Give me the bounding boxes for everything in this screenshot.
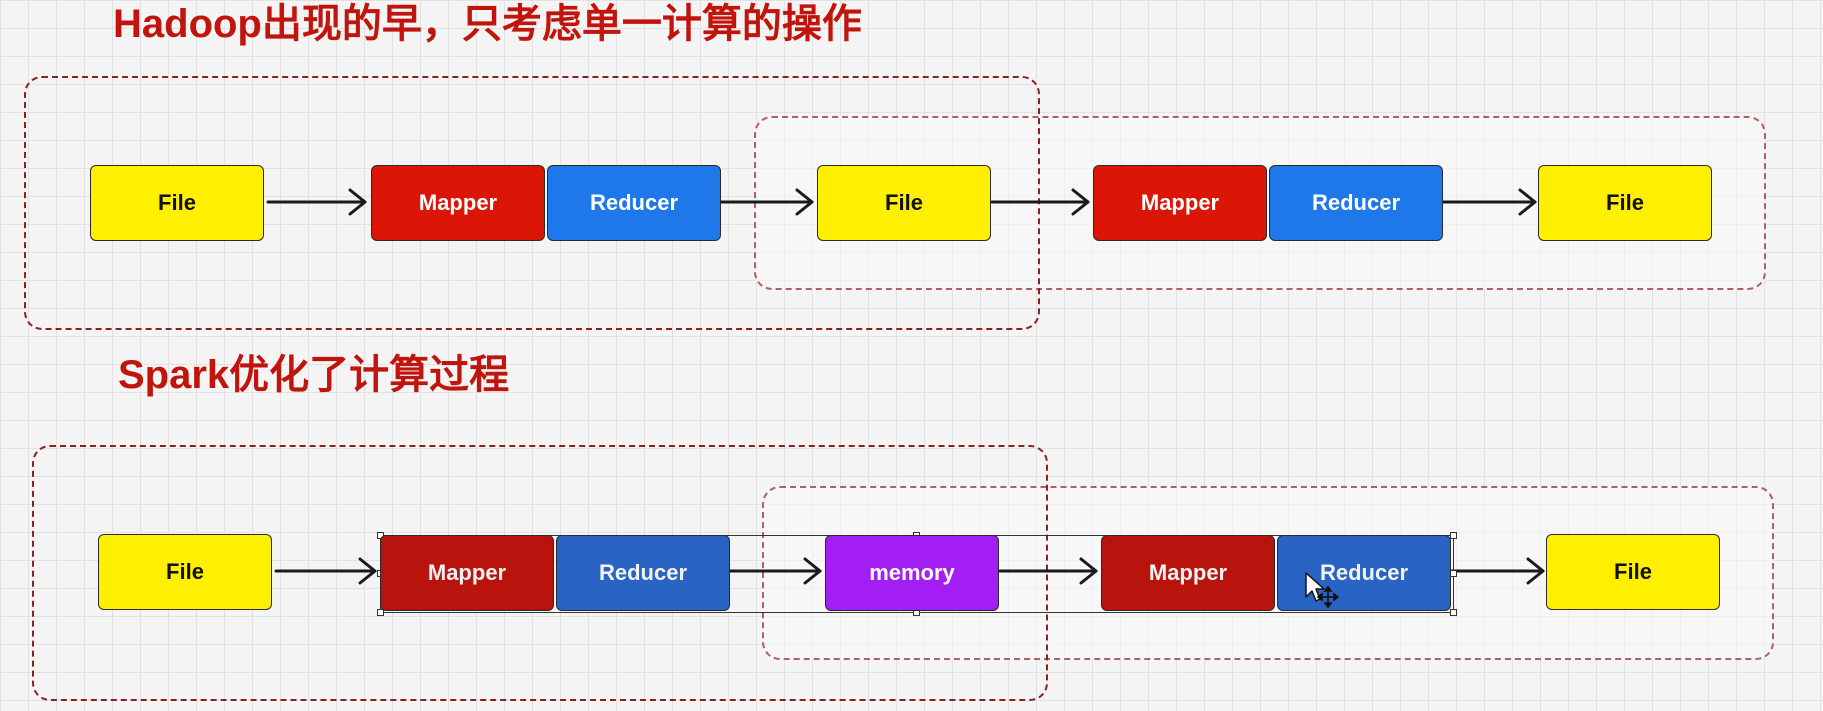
hadoop-file-node-2[interactable]: File (817, 165, 991, 241)
spark-mapper-node-2[interactable]: Mapper (1101, 535, 1275, 611)
spark-file-node-1[interactable]: File (98, 534, 272, 610)
spark-file-node-2[interactable]: File (1546, 534, 1720, 610)
selection-handle-top-right[interactable] (1450, 532, 1457, 539)
spark-mapper-node-1[interactable]: Mapper (380, 535, 554, 611)
selection-handle-middle-right[interactable] (1450, 570, 1457, 577)
spark-reducer-node-1[interactable]: Reducer (556, 535, 730, 611)
hadoop-reducer-node-2[interactable]: Reducer (1269, 165, 1443, 241)
hadoop-mapper-node-1[interactable]: Mapper (371, 165, 545, 241)
move-cursor-icon (1305, 572, 1340, 609)
hadoop-reducer-node-1[interactable]: Reducer (547, 165, 721, 241)
hadoop-file-node-1[interactable]: File (90, 165, 264, 241)
spark-memory-node[interactable]: memory (825, 535, 999, 611)
hadoop-file-node-3[interactable]: File (1538, 165, 1712, 241)
hadoop-mapper-node-2[interactable]: Mapper (1093, 165, 1267, 241)
selection-handle-bottom-right[interactable] (1450, 609, 1457, 616)
